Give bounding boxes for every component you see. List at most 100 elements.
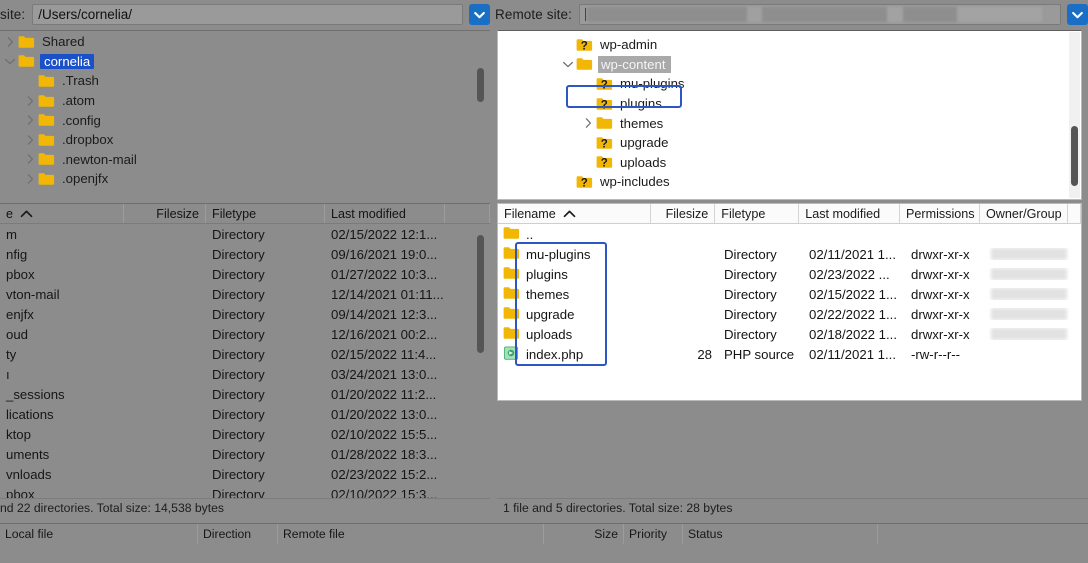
cell-filetype: Directory — [724, 326, 777, 342]
local-list-scroll-thumb[interactable] — [477, 235, 484, 353]
tree-item-cornelia[interactable]: cornelia — [0, 52, 490, 72]
tree-item-label: mu-plugins — [620, 76, 685, 92]
folder-unknown-icon: ? — [596, 155, 613, 169]
local-directory-tree[interactable]: Shared cornelia .Trash .atom .config .dropbox… — [0, 30, 490, 202]
chevron-right-icon[interactable] — [2, 36, 18, 48]
cell-icon — [498, 266, 520, 283]
table-row[interactable]: vton-mail Directory 12/14/2021 01:11... — [0, 284, 490, 304]
folder-icon — [38, 113, 55, 127]
chevron-right-icon[interactable] — [22, 153, 38, 165]
sort-ascending-icon — [563, 210, 576, 218]
transfer-queue-body[interactable] — [0, 544, 1088, 563]
tree-item-dot-config[interactable]: .config — [0, 110, 490, 130]
tree-item-plugins[interactable]: ? plugins — [498, 94, 1081, 114]
queue-column-remote-file[interactable]: Remote file — [278, 524, 544, 544]
column-header-last-modified[interactable]: Last modified — [799, 204, 900, 223]
column-header-last-modified[interactable]: Last modified — [325, 204, 445, 223]
table-row[interactable]: mu-plugins Directory 02/11/2021 1... drwxr-… — [498, 244, 1081, 264]
table-row[interactable]: ı Directory 03/24/2021 13:0... — [0, 364, 490, 384]
cell-icon — [498, 246, 520, 263]
table-row[interactable]: pbox Directory 01/27/2022 10:3... — [0, 264, 490, 284]
table-row[interactable]: themes Directory 02/15/2022 1... drwxr-xr-x — [498, 284, 1081, 304]
table-row[interactable]: ty Directory 02/15/2022 11:4... — [0, 344, 490, 364]
column-header-permissions[interactable]: Permissions — [900, 204, 980, 223]
tree-item-dot-atom[interactable]: .atom — [0, 91, 490, 111]
remote-site-dropdown-button[interactable] — [1067, 4, 1088, 25]
column-header-filesize[interactable]: Filesize — [651, 204, 716, 223]
pane-divider[interactable] — [490, 0, 495, 519]
cell-filename: oud — [6, 326, 29, 342]
table-row[interactable]: pbox Directory 02/10/2022 15:3... — [0, 484, 490, 499]
tree-item-wp-includes[interactable]: ? wp-includes — [498, 172, 1081, 192]
table-row[interactable]: upgrade Directory 02/22/2022 1... drwxr-xr-… — [498, 304, 1081, 324]
chevron-right-icon[interactable] — [22, 95, 38, 107]
cell-last-modified: 01/20/2022 13:0... — [331, 406, 438, 422]
table-row[interactable]: nfig Directory 09/16/2021 19:0... — [0, 244, 490, 264]
column-header-owner-group[interactable]: Owner/Group — [980, 204, 1068, 223]
folder-icon — [503, 286, 520, 303]
chevron-right-icon[interactable] — [580, 117, 596, 129]
local-tree-scrollbar[interactable] — [475, 35, 486, 199]
table-row[interactable]: vnloads Directory 02/23/2022 15:2... — [0, 464, 490, 484]
table-row[interactable]: _sessions Directory 01/20/2022 11:2... — [0, 384, 490, 404]
table-row[interactable]: enjfx Directory 09/14/2021 12:3... — [0, 304, 490, 324]
queue-column-priority[interactable]: Priority — [624, 524, 683, 544]
tree-item-dot-newton-mail[interactable]: .newton-mail — [0, 150, 490, 170]
table-row[interactable]: plugins Directory 02/23/2022 ... drwxr-xr-x — [498, 264, 1081, 284]
tree-item-dot-openjfx[interactable]: .openjfx — [0, 169, 490, 189]
table-row[interactable]: index.php 28 PHP source 02/11/2021 1... -rw-… — [498, 344, 1081, 364]
tree-item-mu-plugins[interactable]: ? mu-plugins — [498, 74, 1081, 94]
tree-item-themes[interactable]: themes — [498, 113, 1081, 133]
chevron-right-icon[interactable] — [22, 173, 38, 185]
cell-filetype: Directory — [212, 386, 265, 402]
tree-item-upgrade[interactable]: ? upgrade — [498, 133, 1081, 153]
svg-text:?: ? — [581, 177, 588, 189]
table-row[interactable]: uments Directory 01/28/2022 18:3... — [0, 444, 490, 464]
tree-item-Shared[interactable]: Shared — [0, 32, 490, 52]
table-row[interactable]: .. — [498, 224, 1081, 244]
remote-tree-scrollbar[interactable] — [1069, 32, 1080, 198]
table-row[interactable]: uploads Directory 02/18/2022 1... drwxr-xr-… — [498, 324, 1081, 344]
tree-item-dot-dropbox[interactable]: .dropbox — [0, 130, 490, 150]
queue-column-size[interactable]: Size — [544, 524, 624, 544]
remote-tree-scroll-thumb[interactable] — [1071, 126, 1078, 186]
tree-item-dot-Trash[interactable]: .Trash — [0, 71, 490, 91]
tree-item-label: .config — [62, 112, 101, 128]
cell-last-modified: 02/10/2022 15:5... — [331, 426, 438, 442]
column-header-filetype[interactable]: Filetype — [206, 204, 325, 223]
column-header-filesize[interactable]: Filesize — [124, 204, 206, 223]
queue-column-direction[interactable]: Direction — [198, 524, 278, 544]
local-site-dropdown-button[interactable] — [469, 4, 490, 25]
queue-column-status[interactable]: Status — [683, 524, 878, 544]
local-site-input[interactable]: /Users/cornelia/ — [32, 4, 463, 25]
tree-item-wp-content[interactable]: wp-content — [498, 55, 1081, 75]
local-file-list[interactable]: e Filesize Filetype Last modified m Direc… — [0, 203, 490, 498]
cell-last-modified: 09/14/2021 12:3... — [331, 306, 438, 322]
table-row[interactable]: m Directory 02/15/2022 12:1... — [0, 224, 490, 244]
local-tree-scroll-thumb[interactable] — [477, 68, 484, 102]
remote-site-input[interactable] — [578, 4, 1061, 25]
table-row[interactable]: ktop Directory 02/10/2022 15:5... — [0, 424, 490, 444]
cell-filetype: Directory — [212, 346, 265, 362]
chevron-down-icon[interactable] — [560, 60, 576, 69]
tree-item-label: cornelia — [40, 53, 95, 69]
column-header-filetype[interactable]: Filetype — [715, 204, 800, 223]
cell-filename: vnloads — [6, 466, 52, 482]
chevron-right-icon[interactable] — [22, 114, 38, 126]
column-header-filename[interactable]: Filename — [498, 204, 651, 223]
chevron-down-icon[interactable] — [2, 57, 18, 66]
cell-icon — [498, 326, 520, 343]
table-row[interactable]: lications Directory 01/20/2022 13:0... — [0, 404, 490, 424]
table-row[interactable]: oud Directory 12/16/2021 00:2... — [0, 324, 490, 344]
queue-column-local-file[interactable]: Local file — [0, 524, 198, 544]
folder-icon — [503, 306, 520, 323]
tree-item-uploads[interactable]: ? uploads — [498, 153, 1081, 173]
tree-item-wp-admin[interactable]: ? wp-admin — [498, 35, 1081, 55]
tree-item-label: Shared — [42, 34, 85, 50]
local-list-scrollbar[interactable] — [475, 227, 486, 497]
chevron-right-icon[interactable] — [22, 134, 38, 146]
tree-item-label: .newton-mail — [62, 151, 137, 167]
column-header-filename[interactable]: e — [0, 204, 124, 223]
remote-file-list[interactable]: Filename Filesize Filetype Last modified… — [497, 203, 1082, 401]
remote-directory-tree[interactable]: ? wp-admin wp-content? mu-plugins? plugins th… — [497, 30, 1082, 200]
